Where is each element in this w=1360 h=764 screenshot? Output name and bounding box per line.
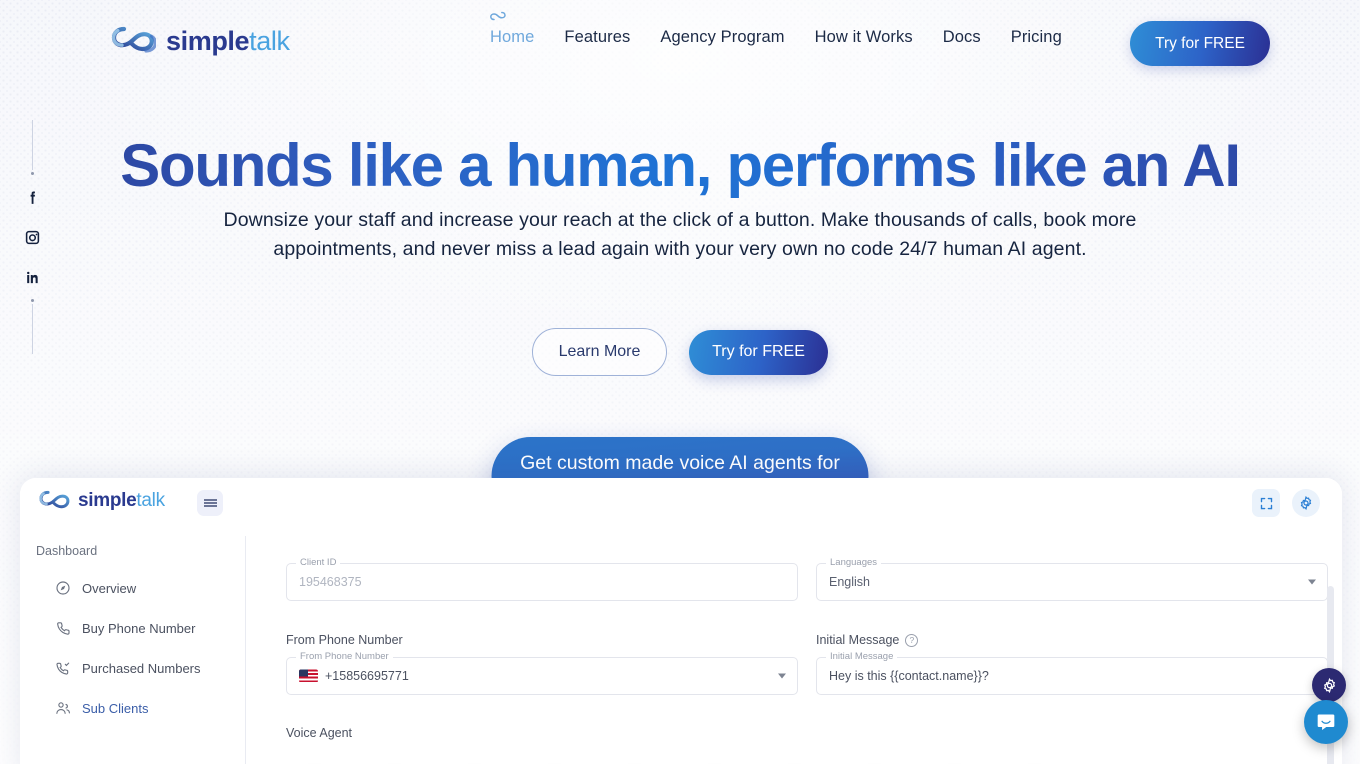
dashboard-sidebar-divider xyxy=(245,536,246,764)
us-flag-icon xyxy=(299,669,318,683)
hamburger-bar xyxy=(203,498,217,509)
social-sidebar xyxy=(20,120,44,354)
dashboard-logo[interactable]: simpletalk xyxy=(38,486,165,516)
users-icon xyxy=(56,702,70,714)
rail-line-top xyxy=(31,120,33,170)
brand-name-bold: simple xyxy=(166,25,250,56)
from-phone-number-label: From Phone Number xyxy=(286,633,403,647)
instagram-icon[interactable] xyxy=(21,226,43,248)
rail-dot-top xyxy=(30,172,34,175)
hero-cta-group: Learn More Try for FREE xyxy=(0,328,1360,376)
sidebar-item-buy-phone-number[interactable]: Buy Phone Number xyxy=(20,608,225,648)
compass-icon xyxy=(56,581,70,595)
expand-icon[interactable] xyxy=(1252,489,1280,517)
initial-message-group: Initial Message ? Initial Message Hey is… xyxy=(816,633,1328,695)
nav-item-how-it-works[interactable]: How it Works xyxy=(815,28,913,47)
hero-try-for-free-button[interactable]: Try for FREE xyxy=(689,329,828,375)
dashboard-main-panel: Client ID 195468375 Languages English Fr… xyxy=(265,528,1342,764)
hero-headline: Sounds like a human, performs like an AI xyxy=(0,134,1360,198)
sidebar-item-overview[interactable]: Overview xyxy=(20,568,225,608)
sidebar-item-sub-clients[interactable]: Sub Clients xyxy=(20,688,225,728)
dashboard-actions xyxy=(1252,489,1320,517)
sidebar-item-sub-clients-label: Sub Clients xyxy=(82,700,149,716)
dashboard-logo-text: simpletalk xyxy=(78,490,165,512)
nav-item-docs[interactable]: Docs xyxy=(943,28,981,47)
client-id-field[interactable]: Client ID 195468375 xyxy=(286,557,798,601)
simpletalk-logo-icon xyxy=(111,26,156,53)
languages-fieldset: Languages English xyxy=(816,557,1328,601)
languages-value: English xyxy=(829,575,870,589)
brand-logo-text: simpletalk xyxy=(166,26,290,57)
client-id-value: 195468375 xyxy=(299,575,362,589)
phone-chevron-down-icon[interactable] xyxy=(778,673,786,679)
sidebar-item-purchased-numbers-label: Purchased Numbers xyxy=(82,660,201,676)
brand-logo[interactable]: simpletalk xyxy=(110,20,290,62)
chat-widget-fab-icon[interactable] xyxy=(1304,700,1348,744)
dashboard-topbar: simpletalk xyxy=(20,478,1342,528)
main-navigation: Home Features Agency Program How it Work… xyxy=(490,11,1062,47)
languages-field[interactable]: Languages English xyxy=(816,557,1328,601)
phone-icon xyxy=(57,622,70,635)
initial-message-value: Hey is this {{contact.name}}? xyxy=(829,669,989,683)
settings-fab-icon[interactable] xyxy=(1312,668,1346,702)
sidebar-toggle-hamburger-icon[interactable] xyxy=(197,490,223,516)
settings-gear-icon[interactable] xyxy=(1292,489,1320,517)
rail-line-bottom xyxy=(31,304,33,354)
nav-home-logo-icon xyxy=(490,11,506,21)
dashboard-brand-bold: simple xyxy=(78,490,137,511)
sidebar-item-purchased-numbers[interactable]: Purchased Numbers xyxy=(20,648,225,688)
from-phone-number-value: +15856695771 xyxy=(325,669,409,683)
nav-item-home-label: Home xyxy=(490,28,535,46)
brand-name-light: talk xyxy=(249,25,290,56)
learn-more-button[interactable]: Learn More xyxy=(532,328,667,376)
sidebar-item-overview-label: Overview xyxy=(82,580,137,596)
rail-dot-bottom xyxy=(30,299,34,302)
header-try-for-free-button[interactable]: Try for FREE xyxy=(1130,21,1270,66)
dashboard-brand-light: talk xyxy=(136,490,165,511)
from-phone-number-group: From Phone Number From Phone Number +158… xyxy=(286,633,798,695)
initial-message-fieldset[interactable]: Initial Message Hey is this {{contact.na… xyxy=(816,651,1328,695)
linkedin-icon[interactable] xyxy=(21,266,43,288)
languages-legend: Languages xyxy=(826,557,882,568)
nav-item-pricing[interactable]: Pricing xyxy=(1011,28,1062,47)
phone-check-icon xyxy=(56,662,70,675)
from-phone-number-legend: From Phone Number xyxy=(296,651,393,662)
initial-message-legend: Initial Message xyxy=(826,651,898,662)
hero-subheadline: Downsize your staff and increase your re… xyxy=(223,209,1137,260)
facebook-icon[interactable] xyxy=(21,186,43,208)
initial-message-label: Initial Message ? xyxy=(816,633,1328,647)
dashboard-preview-card: simpletalk Dashboard Overview Buy Phone … xyxy=(20,478,1342,764)
nav-item-features[interactable]: Features xyxy=(564,28,630,47)
help-question-icon[interactable]: ? xyxy=(905,633,919,647)
sidebar-section-title: Dashboard xyxy=(36,544,98,558)
initial-message-label-text: Initial Message xyxy=(816,633,900,647)
voice-agent-section: Voice Agent xyxy=(286,726,352,740)
sidebar-item-buy-phone-number-label: Buy Phone Number xyxy=(82,620,196,636)
nav-item-agency-program[interactable]: Agency Program xyxy=(660,28,784,47)
voice-agent-label: Voice Agent xyxy=(286,726,353,740)
site-header: simpletalk Home Features Agency Program … xyxy=(0,0,1360,88)
chevron-down-icon[interactable] xyxy=(1308,579,1316,585)
chat-bubble-icon xyxy=(1317,714,1335,731)
client-id-fieldset: Client ID 195468375 xyxy=(286,557,798,601)
dashboard-sidebar: Dashboard Overview Buy Phone Number Purc… xyxy=(20,528,225,764)
dashboard-logo-icon xyxy=(39,490,70,509)
client-id-legend: Client ID xyxy=(296,557,341,568)
from-phone-number-fieldset[interactable]: From Phone Number +15856695771 xyxy=(286,651,798,695)
nav-item-home[interactable]: Home xyxy=(490,11,535,47)
